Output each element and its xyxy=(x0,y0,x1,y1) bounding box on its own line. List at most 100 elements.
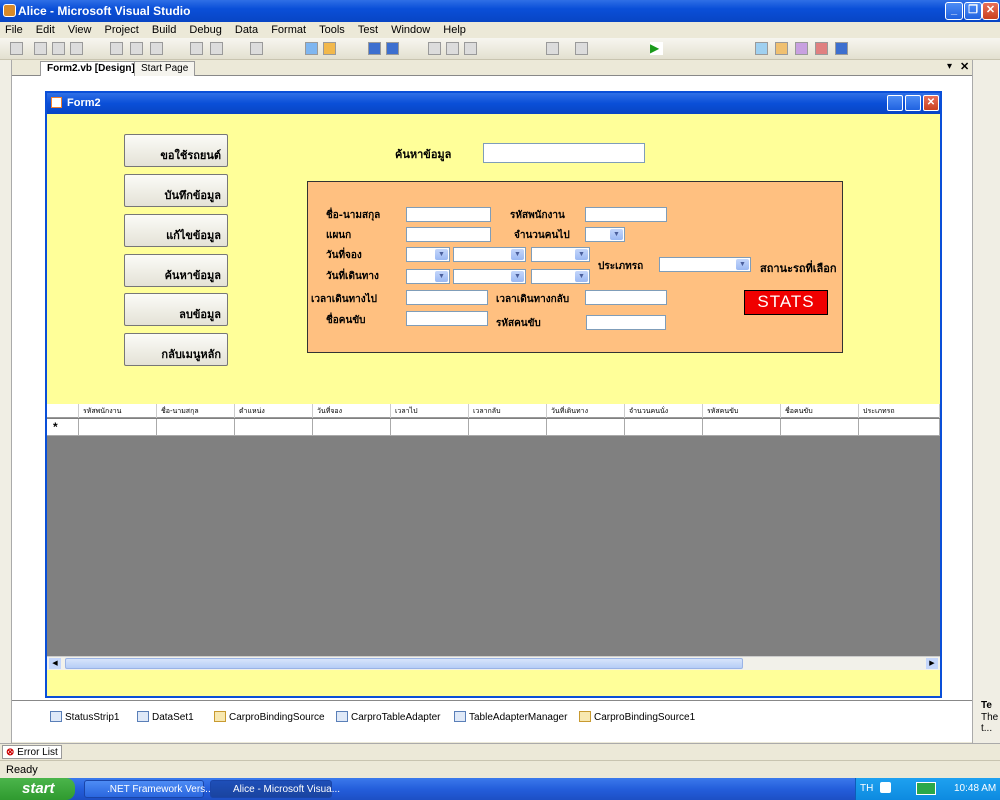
scroll-thumb[interactable] xyxy=(65,658,743,669)
column-header[interactable]: ชื่อ-นามสกุล xyxy=(157,404,235,418)
grid-cell[interactable] xyxy=(547,419,625,436)
solution-explorer-icon[interactable] xyxy=(755,42,768,55)
add-item-icon[interactable] xyxy=(305,42,318,55)
maximize-button[interactable]: ❐ xyxy=(964,2,982,20)
grid-cell[interactable] xyxy=(79,419,157,436)
return-time-field[interactable] xyxy=(585,290,667,305)
column-header[interactable]: เวลากลับ xyxy=(469,404,547,418)
delete-data-button[interactable]: ลบข้อมูล xyxy=(124,293,228,326)
menu-tools[interactable]: Tools xyxy=(314,22,350,36)
toolbar-icon[interactable] xyxy=(130,42,143,55)
redo-icon[interactable] xyxy=(575,42,588,55)
toolbar-icon[interactable] xyxy=(110,42,123,55)
menu-debug[interactable]: Debug xyxy=(184,22,226,36)
column-header[interactable]: รหัสคนขับ xyxy=(703,404,781,418)
object-browser-icon[interactable] xyxy=(815,42,828,55)
travel-month-select[interactable]: ▼ xyxy=(453,269,526,284)
scroll-right-icon[interactable]: ▶ xyxy=(926,658,938,669)
grid-cell[interactable] xyxy=(313,419,391,436)
error-list-tab[interactable]: ⊗ Error List xyxy=(2,745,62,759)
component-bindingsource[interactable]: CarproBindingSource xyxy=(214,711,325,723)
menu-file[interactable]: File xyxy=(0,22,28,36)
depart-time-field[interactable] xyxy=(406,290,488,305)
travel-day-select[interactable]: ▼ xyxy=(406,269,450,284)
travel-year-select[interactable]: ▼ xyxy=(531,269,590,284)
menu-test[interactable]: Test xyxy=(353,22,383,36)
grid-cell[interactable] xyxy=(469,419,547,436)
booking-month-select[interactable]: ▼ xyxy=(453,247,526,262)
driver-name-field[interactable] xyxy=(406,311,488,326)
toolbar-icon[interactable] xyxy=(150,42,163,55)
table-row-new[interactable]: * xyxy=(47,419,940,436)
task-visual-studio[interactable]: Alice - Microsoft Visua... xyxy=(210,780,340,798)
name-field[interactable] xyxy=(406,207,491,222)
toolbox-icon[interactable] xyxy=(795,42,808,55)
search-data-button[interactable]: ค้นหาข้อมูล xyxy=(124,254,228,287)
help-tray-icon[interactable] xyxy=(880,782,891,793)
language-indicator[interactable]: TH xyxy=(860,783,873,794)
right-tool-panel[interactable]: Te The t... xyxy=(972,60,1000,743)
grid-cell[interactable] xyxy=(625,419,703,436)
undo-icon[interactable] xyxy=(546,42,559,55)
column-header[interactable]: ตำแหน่ง xyxy=(235,404,313,418)
save-all-icon[interactable] xyxy=(386,42,399,55)
employee-id-field[interactable] xyxy=(585,207,667,222)
paste-icon[interactable] xyxy=(464,42,477,55)
column-header[interactable]: รหัสพนักงาน xyxy=(79,404,157,418)
component-dataset[interactable]: DataSet1 xyxy=(137,711,194,723)
back-main-menu-button[interactable]: กลับเมนูหลัก xyxy=(124,333,228,366)
toolbar-icon[interactable] xyxy=(34,42,47,55)
save-data-button[interactable]: บันทึกข้อมูล xyxy=(124,174,228,207)
grid-cell[interactable] xyxy=(703,419,781,436)
booking-year-select[interactable]: ▼ xyxy=(531,247,590,262)
component-tableadaptermanager[interactable]: TableAdapterManager xyxy=(454,711,567,723)
copy-icon[interactable] xyxy=(446,42,459,55)
component-bindingsource1[interactable]: CarproBindingSource1 xyxy=(579,711,695,723)
network-tray-icon[interactable] xyxy=(916,782,936,795)
menu-data[interactable]: Data xyxy=(230,22,263,36)
window-layout-icon[interactable] xyxy=(835,42,848,55)
stats-button[interactable]: STATS xyxy=(744,290,828,315)
toolbar-icon[interactable] xyxy=(210,42,223,55)
menu-help[interactable]: Help xyxy=(438,22,471,36)
car-type-select[interactable]: ▼ xyxy=(659,257,751,272)
menu-view[interactable]: View xyxy=(63,22,97,36)
menu-edit[interactable]: Edit xyxy=(31,22,60,36)
grid-cell[interactable] xyxy=(235,419,313,436)
column-header[interactable]: ประเภทรถ xyxy=(859,404,940,418)
toolbar-icon[interactable] xyxy=(70,42,83,55)
menu-window[interactable]: Window xyxy=(386,22,435,36)
form2-window[interactable]: Form2 ✕ ขอใช้รถยนต์ บันทึกข้อมูล แก้ไขข้… xyxy=(45,91,942,698)
driver-id-field[interactable] xyxy=(586,315,666,330)
component-statusstrip[interactable]: StatusStrip1 xyxy=(50,711,119,723)
save-icon[interactable] xyxy=(368,42,381,55)
grid-cell[interactable] xyxy=(157,419,235,436)
column-header[interactable]: ชื่อคนขับ xyxy=(781,404,859,418)
toolbar-icon[interactable] xyxy=(10,42,23,55)
start-button[interactable]: start xyxy=(0,778,75,800)
task-dotnet-framework[interactable]: .NET Framework Vers... xyxy=(84,780,214,798)
start-debug-icon[interactable]: ▶ xyxy=(650,42,663,55)
menu-project[interactable]: Project xyxy=(100,22,144,36)
grid-cell[interactable] xyxy=(859,419,940,436)
menu-format[interactable]: Format xyxy=(266,22,311,36)
close-tab-icon[interactable]: ✕ xyxy=(960,60,969,73)
column-header[interactable]: จำนวนคนนั่ง xyxy=(625,404,703,418)
left-toolbox-strip[interactable] xyxy=(0,60,12,743)
cut-icon[interactable] xyxy=(428,42,441,55)
grid-cell[interactable] xyxy=(781,419,859,436)
tab-form2-design[interactable]: Form2.vb [Design]* xyxy=(40,61,146,76)
tab-dropdown-icon[interactable]: ▾ xyxy=(947,61,952,72)
close-button[interactable]: ✕ xyxy=(982,2,999,20)
toolbar-icon[interactable] xyxy=(250,42,263,55)
component-tableadapter[interactable]: CarproTableAdapter xyxy=(336,711,441,723)
horizontal-scrollbar[interactable]: ◀ ▶ xyxy=(47,656,940,670)
column-header[interactable]: วันที่เดินทาง xyxy=(547,404,625,418)
request-car-button[interactable]: ขอใช้รถยนต์ xyxy=(124,134,228,167)
form-close-button[interactable]: ✕ xyxy=(923,95,939,111)
scroll-left-icon[interactable]: ◀ xyxy=(49,658,61,669)
column-header[interactable]: วันที่จอง xyxy=(313,404,391,418)
search-input[interactable] xyxy=(483,143,645,163)
open-folder-icon[interactable] xyxy=(323,42,336,55)
form-maximize-button[interactable] xyxy=(905,95,921,111)
